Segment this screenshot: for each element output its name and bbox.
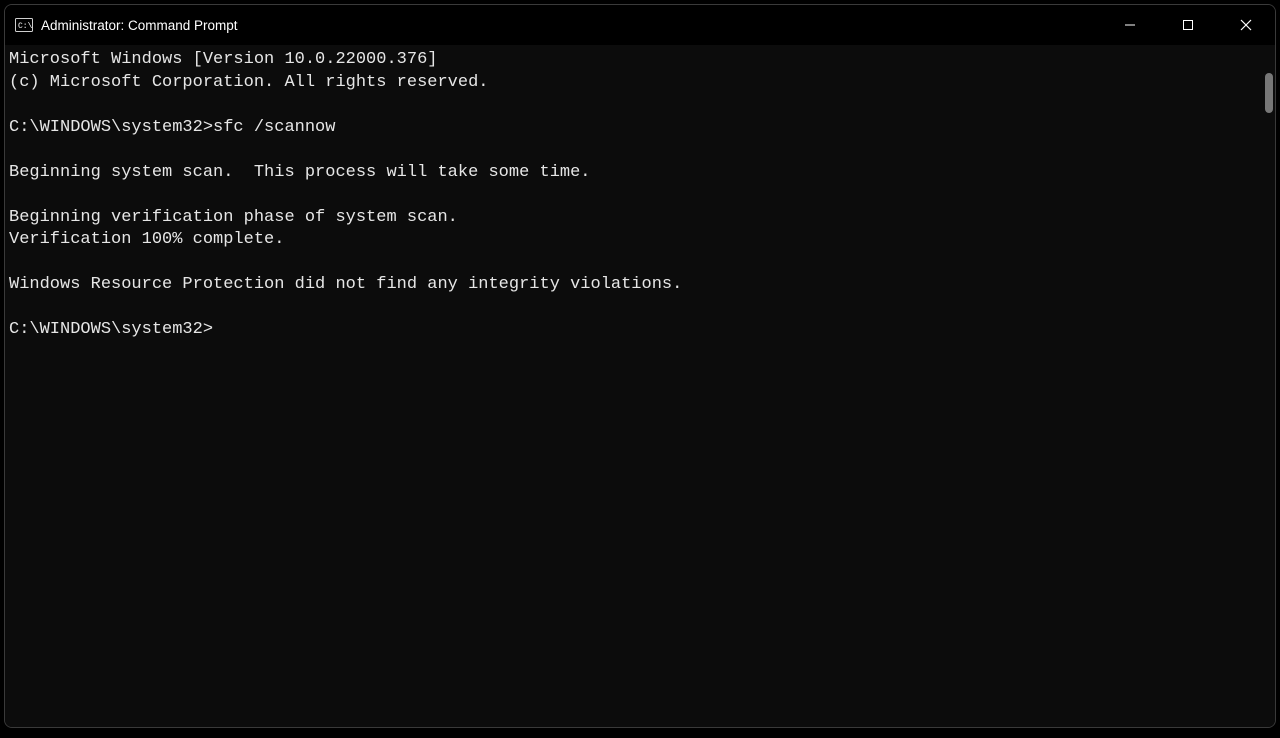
close-icon — [1240, 19, 1252, 31]
maximize-icon — [1182, 19, 1194, 31]
window-controls — [1101, 5, 1275, 45]
vertical-scrollbar[interactable] — [1261, 45, 1275, 727]
console-output-area[interactable]: Microsoft Windows [Version 10.0.22000.37… — [5, 45, 1275, 727]
minimize-icon — [1124, 19, 1136, 31]
console-text: Microsoft Windows [Version 10.0.22000.37… — [9, 49, 1273, 342]
cmd-app-icon: C:\ — [15, 18, 33, 32]
command-prompt-window: C:\ Administrator: Command Prompt — [4, 4, 1276, 728]
scrollbar-thumb[interactable] — [1265, 73, 1273, 113]
svg-text:C:\: C:\ — [18, 22, 33, 31]
window-title: Administrator: Command Prompt — [41, 18, 238, 33]
maximize-button[interactable] — [1159, 5, 1217, 45]
close-button[interactable] — [1217, 5, 1275, 45]
minimize-button[interactable] — [1101, 5, 1159, 45]
titlebar[interactable]: C:\ Administrator: Command Prompt — [5, 5, 1275, 45]
